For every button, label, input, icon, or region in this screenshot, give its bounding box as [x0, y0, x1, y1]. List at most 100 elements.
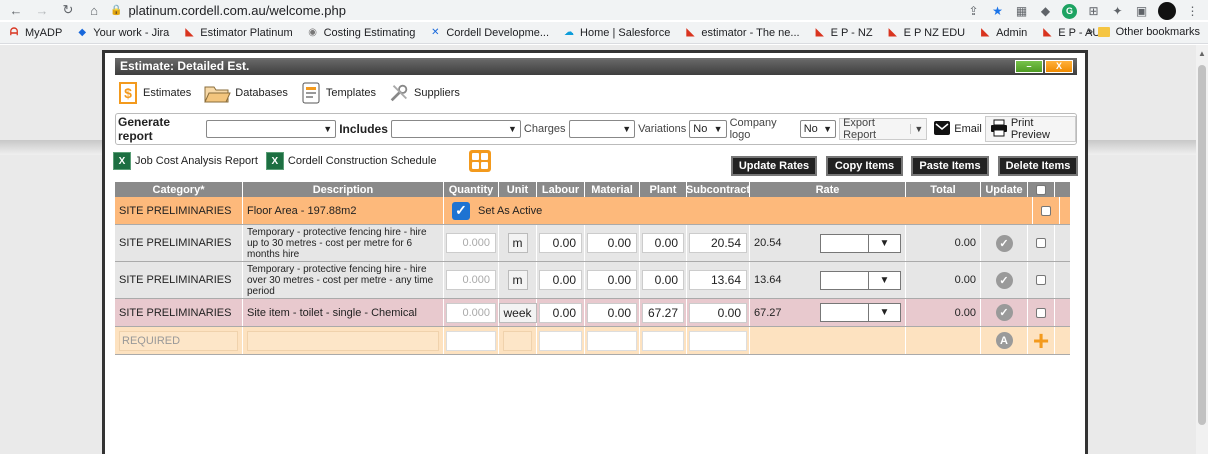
- update-check-icon[interactable]: ✓: [995, 234, 1013, 252]
- apps-icon[interactable]: ⊞: [1086, 4, 1101, 19]
- bookmark-ep-nz-edu[interactable]: ◣ E P NZ EDU: [887, 27, 965, 39]
- bookmark-myadp[interactable]: ᗩ MyADP: [8, 27, 62, 39]
- databases-link[interactable]: Databases: [203, 81, 288, 105]
- new-quantity-input[interactable]: [446, 330, 496, 351]
- material-input[interactable]: 0.00: [587, 270, 637, 290]
- unit-field[interactable]: m: [507, 233, 528, 253]
- minimize-button[interactable]: –: [1015, 60, 1043, 73]
- plant-input[interactable]: 67.27: [642, 302, 684, 323]
- chevron-down-icon[interactable]: ▼: [869, 233, 901, 253]
- bookmark-ep-nz[interactable]: ◣ E P - NZ: [814, 27, 873, 39]
- charges-select[interactable]: ▼: [568, 120, 636, 138]
- row-checkbox[interactable]: [1036, 238, 1046, 248]
- auto-icon[interactable]: A: [995, 332, 1013, 349]
- header-subcontract[interactable]: Subcontract: [686, 182, 750, 197]
- row-checkbox[interactable]: [1036, 307, 1046, 318]
- table-row[interactable]: SITE PRELIMINARIES Temporary - protectiv…: [115, 262, 1070, 299]
- includes-select[interactable]: ▼: [390, 120, 521, 138]
- job-cost-analysis-link[interactable]: X Job Cost Analysis Report: [113, 152, 258, 170]
- table-row[interactable]: SITE PRELIMINARIES Temporary - protectiv…: [115, 225, 1070, 262]
- row-checkbox[interactable]: [1036, 275, 1046, 285]
- forward-icon[interactable]: →: [34, 3, 50, 18]
- set-active-checkbox[interactable]: ✓: [452, 201, 470, 220]
- chevron-down-icon[interactable]: ▼: [869, 270, 901, 290]
- header-description[interactable]: Description: [243, 182, 444, 197]
- header-select-all[interactable]: [1028, 182, 1055, 197]
- back-icon[interactable]: ←: [8, 3, 24, 18]
- company-logo-select[interactable]: No ▼: [799, 120, 837, 138]
- header-labour[interactable]: Labour: [537, 182, 585, 197]
- scroll-thumb[interactable]: [1198, 65, 1206, 425]
- update-check-icon[interactable]: ✓: [995, 271, 1013, 289]
- quantity-input[interactable]: 0.000: [446, 233, 496, 253]
- bookmark-salesforce[interactable]: ☁ Home | Salesforce: [563, 27, 670, 39]
- unit-field[interactable]: week: [498, 302, 537, 323]
- rate-select[interactable]: ▼: [820, 270, 901, 290]
- table-row[interactable]: SITE PRELIMINARIES Site item - toilet - …: [115, 299, 1070, 327]
- subcontract-input[interactable]: 13.64: [689, 270, 747, 290]
- material-input[interactable]: 0.00: [587, 233, 637, 253]
- variations-select[interactable]: No ▼: [689, 120, 727, 138]
- new-item-row[interactable]: REQUIRED A +: [115, 326, 1070, 355]
- labour-input[interactable]: 0.00: [539, 233, 582, 253]
- chevron-down-icon[interactable]: ▼: [910, 124, 923, 134]
- sidebar-icon[interactable]: ▣: [1134, 4, 1149, 19]
- subcontract-input[interactable]: 20.54: [689, 233, 747, 253]
- export-report-button[interactable]: Export Report ▼: [839, 117, 928, 141]
- puzzle-icon[interactable]: ✦: [1110, 4, 1125, 19]
- new-material-input[interactable]: [587, 330, 637, 351]
- suppliers-link[interactable]: Suppliers: [388, 81, 460, 105]
- bookmark-star-icon[interactable]: ★: [990, 4, 1005, 19]
- quantity-input[interactable]: 0.000: [446, 302, 496, 323]
- bookmark-admin[interactable]: ◣ Admin: [979, 27, 1027, 39]
- floor-area-row[interactable]: SITE PRELIMINARIES Floor Area - 197.88m2…: [115, 197, 1070, 225]
- row-checkbox[interactable]: [1041, 205, 1051, 216]
- header-quantity[interactable]: Quantity: [444, 182, 499, 197]
- address-bar[interactable]: 🔒 platinum.cordell.com.au/welcome.php: [110, 3, 346, 18]
- bookmark-estimator-platinum[interactable]: ◣ Estimator Platinum: [183, 27, 292, 39]
- print-preview-button[interactable]: Print Preview: [984, 116, 1076, 142]
- rate-select[interactable]: ▼: [820, 233, 901, 253]
- profile-avatar[interactable]: [1158, 2, 1176, 20]
- header-category[interactable]: Category*: [115, 182, 243, 197]
- new-labour-input[interactable]: [539, 330, 582, 351]
- calculator-icon[interactable]: [469, 150, 491, 172]
- more-bookmarks-chevron[interactable]: »: [1087, 26, 1093, 38]
- new-description-input[interactable]: [247, 330, 439, 351]
- unit-field[interactable]: m: [507, 270, 528, 290]
- new-unit-input[interactable]: [503, 330, 532, 351]
- header-update[interactable]: Update: [981, 182, 1028, 197]
- copy-items-button[interactable]: Copy Items: [826, 156, 903, 176]
- close-button[interactable]: X: [1045, 60, 1073, 73]
- delete-items-button[interactable]: Delete Items: [998, 156, 1078, 176]
- new-subcontract-input[interactable]: [689, 330, 747, 351]
- bookmark-jira[interactable]: ◆ Your work - Jira: [76, 27, 169, 39]
- dropbox-icon[interactable]: ◆: [1038, 4, 1053, 19]
- select-all-checkbox[interactable]: [1036, 184, 1046, 195]
- bookmark-cordell-dev[interactable]: ✕ Cordell Developme...: [429, 27, 549, 39]
- update-check-icon[interactable]: ✓: [995, 304, 1013, 321]
- email-button[interactable]: Email: [933, 119, 982, 140]
- material-input[interactable]: 0.00: [587, 302, 637, 323]
- templates-link[interactable]: Templates: [300, 81, 376, 105]
- other-bookmarks[interactable]: Other bookmarks: [1097, 26, 1200, 38]
- plant-input[interactable]: 0.00: [642, 270, 684, 290]
- header-material[interactable]: Material: [585, 182, 640, 197]
- add-item-icon[interactable]: +: [1033, 326, 1049, 354]
- new-plant-input[interactable]: [642, 330, 684, 351]
- menu-icon[interactable]: ⋮: [1185, 4, 1200, 19]
- quantity-input[interactable]: 0.000: [446, 270, 496, 290]
- header-rate[interactable]: Rate: [750, 182, 906, 197]
- scroll-up-icon[interactable]: ▲: [1198, 49, 1206, 58]
- paste-items-button[interactable]: Paste Items: [911, 156, 989, 176]
- header-plant[interactable]: Plant: [640, 182, 687, 197]
- update-rates-button[interactable]: Update Rates: [731, 156, 817, 176]
- rate-select[interactable]: ▼: [820, 303, 901, 322]
- construction-schedule-link[interactable]: X Cordell Construction Schedule: [265, 152, 436, 170]
- header-unit[interactable]: Unit: [499, 182, 537, 197]
- plant-input[interactable]: 0.00: [642, 233, 684, 253]
- generate-report-select[interactable]: ▼: [206, 120, 337, 138]
- share-icon[interactable]: ⇪: [966, 4, 981, 19]
- chevron-down-icon[interactable]: ▼: [869, 303, 901, 322]
- qr-icon[interactable]: ▦: [1014, 4, 1029, 19]
